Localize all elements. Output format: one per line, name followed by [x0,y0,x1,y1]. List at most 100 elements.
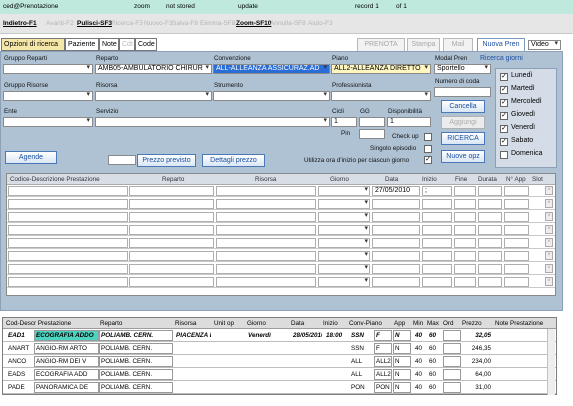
grid-cell[interactable] [478,212,502,222]
day-checkbox[interactable]: ✓ [500,99,508,107]
grid-cell[interactable] [504,264,529,274]
piano-select[interactable]: ALL2-ALLEANZA DIRETTO [331,64,431,74]
grid-cell[interactable] [454,251,476,261]
result-row[interactable]: ANCO ANGIO-RM DEI V POLIAMB. CERN. ALL ALL2 N… [3,355,556,368]
result-row[interactable]: EADS ECOGRAFIA ADD POLIAMB. CERN. ALL ALL2 N 4… [3,368,556,381]
dettagli-prezzo-button[interactable]: Dettagli prezzo [202,154,265,167]
grid-cell[interactable] [372,199,420,209]
stampa-button[interactable]: Stampa [407,38,440,52]
grid-cell[interactable] [422,199,452,209]
singolo-episodio-checkbox[interactable] [424,145,432,153]
numero-coda-input[interactable] [434,87,491,97]
grid-cell[interactable] [478,186,502,196]
grid-cell[interactable] [129,225,214,235]
menu-pulisci[interactable]: Pulisci-SF3 [77,20,112,27]
tab-code[interactable]: Code [135,38,157,51]
tab-paziente[interactable]: Paziente [65,38,99,51]
grid-cell[interactable] [504,225,529,235]
grid-cell[interactable] [478,238,502,248]
grid-cell[interactable] [8,212,128,222]
nuova-pren-button[interactable]: Nuova Pren [477,38,525,52]
tab-opzioni-ricerca[interactable]: Opzioni di ricerca [1,38,65,51]
result-cell-box[interactable] [443,369,461,380]
day-checkbox[interactable]: ✓ [500,125,508,133]
delete-row-icon[interactable]: × [545,225,553,234]
grid-cell[interactable] [454,264,476,274]
check-up-checkbox[interactable] [424,133,432,141]
menu-zoom[interactable]: Zoom-SF10 [236,20,271,27]
cicli-input[interactable]: 1 [331,117,357,127]
grid-cell[interactable] [8,186,128,196]
grid-cell[interactable] [216,264,316,274]
grid-cell[interactable] [8,238,128,248]
gruppo-risorse-select[interactable] [3,91,93,101]
grid-cell[interactable] [216,186,316,196]
ente-select[interactable] [3,117,93,127]
grid-cell[interactable] [372,225,420,235]
grid-cell[interactable] [478,225,502,235]
grid-cell[interactable] [129,212,214,222]
giorno-select[interactable] [318,211,370,222]
grid-cell[interactable] [372,264,420,274]
gg-input[interactable] [359,117,385,127]
grid-cell[interactable] [454,212,476,222]
day-checkbox[interactable]: ✓ [500,86,508,94]
result-cell-box[interactable] [443,382,461,393]
grid-cell[interactable] [372,277,420,287]
giorno-select[interactable] [318,263,370,274]
reparto-select[interactable]: AMB05-AMBULATORIO CHIRUR [95,64,212,74]
day-checkbox[interactable]: ✓ [500,112,508,120]
delete-row-icon[interactable]: × [545,186,553,195]
ricerca-button[interactable]: RICERCA [441,132,485,145]
giorno-select[interactable] [318,237,370,248]
grid-cell[interactable] [372,238,420,248]
delete-row-icon[interactable]: × [545,277,553,286]
professionista-select[interactable] [331,91,431,101]
tab-cdt[interactable]: Cdt [119,38,135,51]
grid-cell[interactable] [8,225,128,235]
grid-cell[interactable] [478,199,502,209]
grid-cell[interactable] [216,277,316,287]
grid-cell[interactable] [216,212,316,222]
ora-inizio-checkbox[interactable]: ✓ [424,156,432,164]
grid-cell[interactable] [454,238,476,248]
grid-cell[interactable] [422,212,452,222]
servizio-select[interactable] [95,117,330,127]
grid-cell[interactable] [422,251,452,261]
result-row[interactable]: PADE PANORAMICA DE POLIAMB. CERN. PON PON N 40… [3,381,556,394]
agende-button[interactable]: Agende [5,151,57,164]
grid-cell[interactable] [216,251,316,261]
grid-cell[interactable] [478,251,502,261]
prenota-button[interactable]: PRENOTA [357,38,405,52]
grid-cell[interactable] [129,238,214,248]
grid-cell[interactable]: ; [422,186,452,196]
grid-cell[interactable] [8,277,128,287]
grid-cell[interactable] [129,251,214,261]
grid-cell[interactable] [504,238,529,248]
mail-button[interactable]: Mail [443,38,473,52]
menu-indietro[interactable]: Indietro-F1 [3,20,37,27]
giorno-select[interactable] [318,276,370,287]
grid-cell[interactable] [504,186,529,196]
giorno-select[interactable] [318,250,370,261]
menu-annulla[interactable]: Annulla-SF8 [270,20,306,27]
menu-avanti[interactable]: Avanti-F2 [46,20,74,27]
result-cell-box[interactable] [443,356,461,367]
aggiungi-button[interactable]: Aggiungi [441,116,485,129]
results-scrollbar[interactable] [547,329,555,395]
delete-row-icon[interactable]: × [545,251,553,260]
grid-cell[interactable] [504,251,529,261]
grid-cell[interactable] [372,251,420,261]
grid-cell[interactable] [504,277,529,287]
grid-cell[interactable] [129,264,214,274]
grid-cell[interactable] [372,212,420,222]
delete-row-icon[interactable]: × [545,238,553,247]
result-cell-box[interactable] [443,330,461,341]
grid-cell[interactable] [129,277,214,287]
grid-cell[interactable] [504,199,529,209]
grid-cell[interactable] [8,264,128,274]
grid-cell[interactable] [216,199,316,209]
grid-cell[interactable] [504,212,529,222]
giorno-select[interactable] [318,198,370,209]
grid-cell[interactable] [422,225,452,235]
